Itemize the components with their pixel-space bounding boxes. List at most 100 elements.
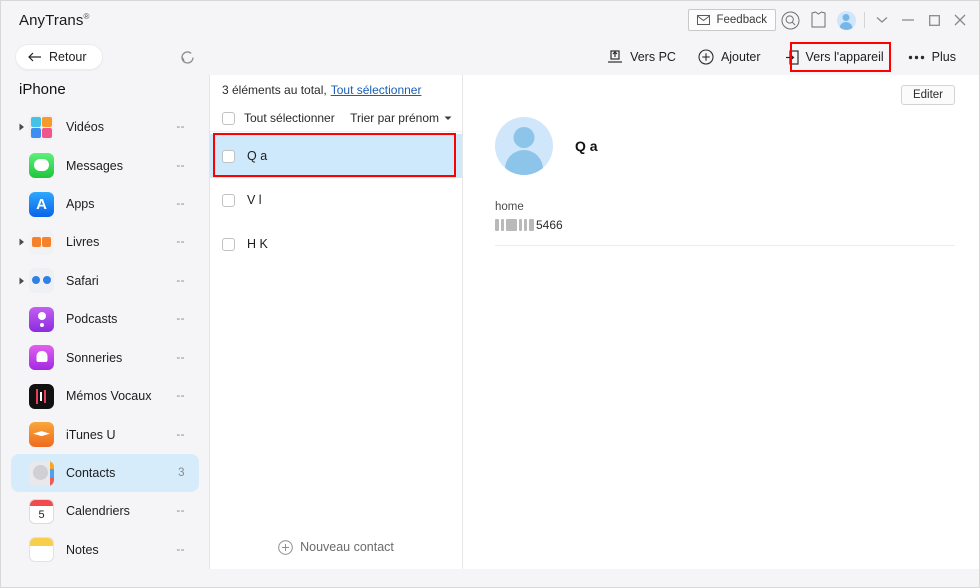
toolbar-action-vers-pc[interactable]: Vers PC [596, 46, 687, 68]
sort-dropdown-label: Trier par prénom [350, 111, 439, 125]
detail-toolbar: Editer [491, 85, 955, 105]
sidebar-item-messages[interactable]: Messages -- [11, 146, 199, 184]
feedback-label: Feedback [716, 14, 767, 26]
sidebar-item-count: -- [176, 236, 185, 249]
expand-arrow-icon[interactable] [15, 277, 29, 285]
contact-avatar [495, 117, 553, 175]
bottom-strip [1, 569, 979, 587]
field-label: home [495, 201, 524, 213]
sidebar-item-apps[interactable]: Apps -- [11, 185, 199, 223]
sidebar-item-memos-vocaux[interactable]: Mémos Vocaux -- [11, 377, 199, 415]
maximize-icon[interactable] [921, 5, 947, 35]
sidebar-item-podcasts[interactable]: Podcasts -- [11, 300, 199, 338]
new-contact-button[interactable]: Nouveau contact [210, 525, 462, 569]
export-to-pc-icon [607, 50, 623, 64]
contact-row-0[interactable]: Q a [210, 134, 462, 178]
sidebar-item-label: Vidéos [66, 120, 104, 135]
sidebar-item-count: -- [176, 198, 185, 211]
sidebar-item-count: -- [176, 543, 185, 556]
contact-row-1[interactable]: V l [210, 178, 462, 222]
sidebar-item-calendriers[interactable]: 5 Calendriers -- [11, 492, 199, 530]
toolbar-action-ajouter[interactable]: Ajouter [687, 45, 772, 69]
select-all-label: Tout sélectionner [244, 111, 335, 125]
arrow-left-icon [28, 52, 42, 62]
edit-button[interactable]: Editer [900, 85, 955, 105]
voice-memos-icon [29, 383, 54, 409]
feedback-button[interactable]: Feedback [688, 9, 776, 31]
toolbar-action-plus[interactable]: Plus [897, 46, 967, 68]
contact-display-name: Q a [575, 138, 598, 154]
redaction-block [495, 218, 499, 231]
sidebar-item-label: Messages [66, 158, 123, 173]
main-body: iPhone Vidéos -- Messages -- Apps -- [1, 75, 979, 569]
contact-checkbox[interactable] [222, 193, 235, 207]
sidebar-item-safari[interactable]: Safari -- [11, 262, 199, 300]
field-divider [495, 245, 955, 246]
sidebar-item-label: Podcasts [66, 312, 118, 327]
redaction-block [506, 218, 517, 231]
expand-arrow-icon[interactable] [15, 238, 29, 246]
books-icon [29, 229, 54, 255]
select-all-link[interactable]: Tout sélectionner [331, 83, 422, 97]
contact-field-home: home 5466 [491, 201, 955, 246]
app-title-text: AnyTrans [19, 11, 84, 29]
back-button[interactable]: Retour [15, 44, 103, 70]
sidebar-item-livres[interactable]: Livres -- [11, 223, 199, 261]
sidebar-item-count: -- [176, 274, 185, 287]
toolbar-action-vers-lappareil[interactable]: Vers l'appareil [774, 46, 895, 69]
sidebar-item-videos[interactable]: Vidéos -- [11, 108, 199, 146]
search-icon[interactable] [776, 6, 804, 34]
sort-dropdown[interactable]: Trier par prénom [350, 111, 462, 125]
contact-rows: Q a V l H K [210, 132, 462, 525]
podcasts-icon [29, 306, 54, 332]
contact-name: H K [247, 237, 268, 251]
shirt-icon[interactable] [804, 6, 832, 34]
contact-checkbox[interactable] [222, 149, 235, 163]
sidebar: iPhone Vidéos -- Messages -- Apps -- [1, 75, 209, 569]
new-contact-label: Nouveau contact [300, 540, 394, 554]
title-bar-divider [864, 12, 865, 28]
chevron-down-icon[interactable] [869, 5, 895, 35]
contact-list-panel: 3 éléments au total, Tout sélectionner T… [209, 75, 462, 569]
phone-number-value: 5466 [495, 217, 955, 232]
sidebar-item-label: Safari [66, 273, 99, 288]
sidebar-item-count: 3 [178, 467, 185, 479]
plus-circle-icon [698, 49, 714, 65]
calendar-day-number: 5 [38, 508, 45, 521]
toolbar-actions: Vers PC Ajouter Vers l'appareil Plus [596, 45, 979, 69]
contact-row-2[interactable]: H K [210, 222, 462, 266]
sidebar-item-count: -- [176, 121, 185, 134]
app-title: AnyTrans® [19, 12, 89, 29]
contact-header: Q a [491, 117, 955, 175]
redaction-block [519, 218, 522, 231]
total-items-text: 3 éléments au total, [222, 83, 327, 97]
calendar-icon: 5 [29, 498, 54, 524]
sidebar-item-label: Calendriers [66, 504, 130, 519]
title-bar-right-group: Feedback [688, 5, 973, 35]
contact-name: Q a [247, 149, 268, 163]
list-summary-bar: 3 éléments au total, Tout sélectionner [210, 75, 462, 105]
select-all-checkbox[interactable] [222, 111, 235, 125]
sidebar-item-notes[interactable]: Notes -- [11, 531, 199, 569]
apps-icon [29, 191, 54, 217]
user-avatar-icon[interactable] [832, 6, 860, 34]
sidebar-item-contacts[interactable]: Contacts 3 [11, 453, 199, 493]
sidebar-item-count: -- [176, 159, 185, 172]
toolbar-action-label: Vers PC [630, 50, 676, 64]
contact-name: V l [247, 193, 262, 207]
contact-checkbox[interactable] [222, 237, 235, 251]
sidebar-item-count: -- [176, 313, 185, 326]
close-icon[interactable] [947, 5, 973, 35]
redaction-block [529, 218, 534, 231]
sidebar-item-sonneries[interactable]: Sonneries -- [11, 339, 199, 377]
contacts-icon [29, 460, 54, 486]
toolbar-action-label: Plus [931, 50, 956, 64]
sidebar-item-itunes-u[interactable]: iTunes U -- [11, 415, 199, 453]
list-header-bar: Tout sélectionner Trier par prénom [210, 105, 462, 132]
refresh-icon[interactable] [177, 46, 199, 68]
minimize-icon[interactable] [895, 5, 921, 35]
anytrans-window: AnyTrans® Feedback Retour Vers PC Ajoute… [0, 0, 980, 588]
sidebar-item-label: Notes [66, 542, 99, 557]
sidebar-item-count: -- [176, 428, 185, 441]
expand-arrow-icon[interactable] [15, 123, 29, 131]
